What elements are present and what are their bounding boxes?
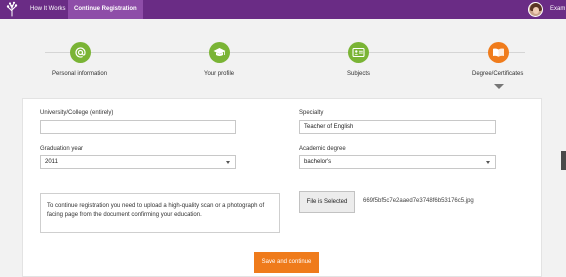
file-select-button[interactable]: File is Selected <box>299 191 355 213</box>
specialty-input[interactable]: Teacher of English <box>299 120 496 134</box>
step-label-subjects: Subjects <box>347 71 371 77</box>
university-label: University/College (entirely) <box>40 110 114 116</box>
chevron-down-icon <box>486 161 490 164</box>
stepper-line <box>45 52 525 53</box>
avatar[interactable] <box>528 2 543 17</box>
step-label-personal-information: Personal information <box>52 71 108 77</box>
academic-degree-value: bachelor's <box>304 159 332 165</box>
step-label-your-profile: Your profile <box>204 71 235 77</box>
scrollbar-thumb[interactable] <box>561 151 566 170</box>
tree-logo-icon[interactable] <box>4 1 20 17</box>
step-personal-information[interactable] <box>70 42 91 63</box>
graduation-year-value: 2011 <box>45 159 58 165</box>
nav-continue-registration[interactable]: Continue Registration <box>68 0 143 19</box>
id-card-icon <box>352 47 365 58</box>
step-degree-certificates[interactable] <box>488 42 509 63</box>
selected-file-name: 669f5bf5c7e2aaed7e3748f6b53176c5.jpg <box>363 198 474 204</box>
graduation-year-select[interactable]: 2011 <box>40 155 236 169</box>
university-input[interactable] <box>40 120 236 134</box>
current-step-arrow-icon <box>494 84 504 89</box>
specialty-label: Specialty <box>299 110 324 116</box>
upload-notice: To continue registration you need to upl… <box>40 193 280 233</box>
graduation-cap-icon <box>213 48 226 56</box>
chevron-down-icon <box>226 161 230 164</box>
open-book-icon <box>493 48 504 57</box>
user-name[interactable]: Exam <box>550 0 565 19</box>
at-sign-icon <box>75 47 86 58</box>
graduation-year-label: Graduation year <box>40 146 84 152</box>
step-label-degree-certificates: Degree/Certificates <box>472 71 524 77</box>
step-your-profile[interactable] <box>209 42 230 63</box>
save-and-continue-button[interactable]: Save and continue <box>254 252 319 273</box>
nav-how-it-works[interactable]: How It Works <box>24 0 72 19</box>
top-nav-bar: How It Works Continue Registration Exam <box>0 0 566 19</box>
academic-degree-select[interactable]: bachelor's <box>299 155 496 169</box>
step-subjects[interactable] <box>348 42 369 63</box>
academic-degree-label: Academic degree <box>299 146 346 152</box>
